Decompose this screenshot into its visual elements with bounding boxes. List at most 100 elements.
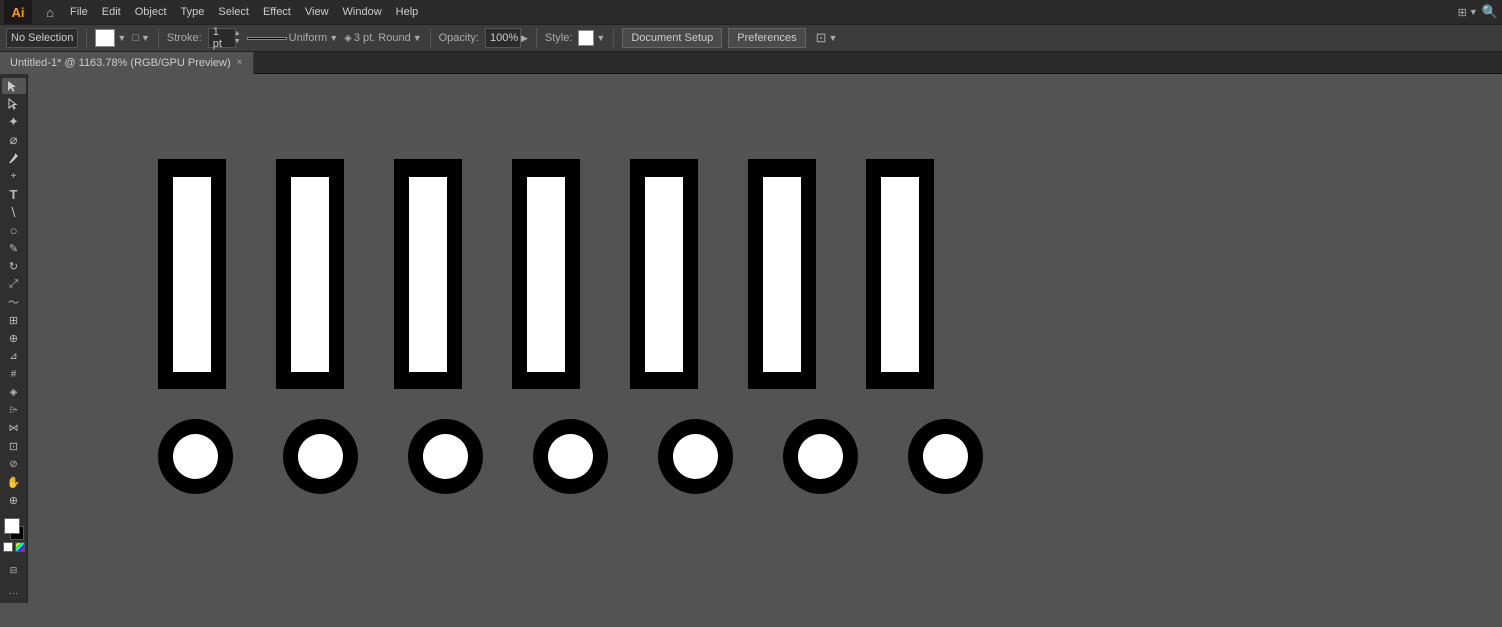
- circle-2[interactable]: [283, 419, 358, 494]
- stroke-cap-control[interactable]: ◈ 3 pt. Round ▼: [344, 32, 422, 44]
- style-label: Style:: [545, 32, 573, 44]
- pencil-tool[interactable]: ✎: [2, 240, 26, 256]
- stroke-type-value[interactable]: Uniform: [289, 32, 328, 44]
- document-setup-button[interactable]: Document Setup: [622, 28, 722, 48]
- direct-selection-tool[interactable]: [2, 96, 26, 112]
- stroke-line-preview: [247, 37, 287, 40]
- ai-logo: Ai: [4, 0, 32, 24]
- rectangle-inner-1: [173, 177, 211, 372]
- tab-close-button[interactable]: ×: [237, 57, 243, 68]
- menu-select[interactable]: Select: [212, 4, 255, 20]
- blend-tool[interactable]: ⋈: [2, 420, 26, 436]
- selection-tool[interactable]: [2, 78, 26, 94]
- menu-view[interactable]: View: [299, 4, 335, 20]
- circle-inner-2: [298, 434, 343, 479]
- magic-wand-tool[interactable]: ✦: [2, 114, 26, 130]
- circle-inner-4: [548, 434, 593, 479]
- ellipse-tool[interactable]: ○: [2, 222, 26, 238]
- zoom-tool[interactable]: ⊕: [2, 492, 26, 508]
- stroke-weight-stepper[interactable]: ▲ ▼: [234, 30, 241, 46]
- search-icon[interactable]: 🔍: [1482, 4, 1498, 20]
- fill-control[interactable]: ▼: [95, 29, 126, 47]
- menu-edit[interactable]: Edit: [96, 4, 127, 20]
- hand-tool[interactable]: ✋: [2, 474, 26, 490]
- arrange-arrow[interactable]: ▼: [828, 33, 837, 43]
- rectangle-inner-5: [645, 177, 683, 372]
- stroke-weight-down[interactable]: ▼: [234, 38, 241, 46]
- preferences-button[interactable]: Preferences: [728, 28, 805, 48]
- tab-bar: Untitled-1* @ 1163.78% (RGB/GPU Preview)…: [0, 52, 1502, 74]
- draw-normal-mode[interactable]: ⊟: [2, 558, 26, 582]
- canvas-area[interactable]: [28, 74, 1502, 603]
- line-tool[interactable]: \: [2, 204, 26, 220]
- home-icon[interactable]: ⌂: [38, 0, 62, 24]
- artboard-tool[interactable]: ⊡: [2, 438, 26, 454]
- rectangle-3[interactable]: [394, 159, 462, 389]
- free-transform-tool[interactable]: ⊞: [2, 312, 26, 328]
- fill-color-box[interactable]: [95, 29, 115, 47]
- circle-7[interactable]: [908, 419, 983, 494]
- menu-type[interactable]: Type: [175, 4, 211, 20]
- eyedropper-tool[interactable]: ⌲: [2, 402, 26, 418]
- pen-tool[interactable]: [2, 150, 26, 166]
- stroke-weight-control[interactable]: 1 pt ▲ ▼: [208, 28, 241, 48]
- fill-dropdown-arrow[interactable]: ▼: [117, 33, 126, 43]
- menu-window[interactable]: Window: [337, 4, 388, 20]
- opacity-value[interactable]: 100%: [485, 28, 521, 48]
- divider-3: [430, 28, 431, 48]
- none-color[interactable]: [3, 542, 13, 552]
- circle-1[interactable]: [158, 419, 233, 494]
- stroke-icon: □: [132, 32, 139, 44]
- rectangle-4[interactable]: [512, 159, 580, 389]
- workspace-icon[interactable]: ⊞ ▼: [1458, 6, 1478, 19]
- selection-indicator: No Selection: [6, 28, 78, 48]
- color-gradient[interactable]: [15, 542, 25, 552]
- stroke-dropdown-arrow[interactable]: ▼: [141, 33, 150, 43]
- rectangle-5[interactable]: [630, 159, 698, 389]
- menu-bar: Ai ⌂ File Edit Object Type Select Effect…: [0, 0, 1502, 24]
- rotate-tool[interactable]: ↻: [2, 258, 26, 274]
- shape-builder-tool[interactable]: ⊕: [2, 330, 26, 346]
- circle-6[interactable]: [783, 419, 858, 494]
- rectangle-1[interactable]: [158, 159, 226, 389]
- divider-4: [536, 28, 537, 48]
- rectangle-6[interactable]: [748, 159, 816, 389]
- stroke-weight-value[interactable]: 1 pt: [208, 28, 236, 48]
- divider-2: [158, 28, 159, 48]
- arrange-control[interactable]: ⊡ ▼: [816, 30, 838, 46]
- rectangle-2[interactable]: [276, 159, 344, 389]
- stroke-control[interactable]: □ ▼: [132, 32, 150, 44]
- circle-inner-1: [173, 434, 218, 479]
- lasso-tool[interactable]: ⌀: [2, 132, 26, 148]
- style-control[interactable]: ▼: [578, 30, 605, 46]
- menu-object[interactable]: Object: [129, 4, 173, 20]
- foreground-color[interactable]: [4, 518, 20, 534]
- warp-tool[interactable]: 〜: [2, 294, 26, 310]
- stroke-type-arrow[interactable]: ▼: [329, 33, 338, 43]
- menu-help[interactable]: Help: [390, 4, 425, 20]
- document-tab[interactable]: Untitled-1* @ 1163.78% (RGB/GPU Preview)…: [0, 52, 254, 74]
- menu-file[interactable]: File: [64, 4, 94, 20]
- gradient-tool[interactable]: ◈: [2, 384, 26, 400]
- stroke-weight-up[interactable]: ▲: [234, 30, 241, 38]
- add-anchor-tool[interactable]: +: [2, 168, 26, 184]
- rectangle-7[interactable]: [866, 159, 934, 389]
- opacity-label: Opacity:: [439, 32, 479, 44]
- rectangle-inner-4: [527, 177, 565, 372]
- slice-tool[interactable]: ⊘: [2, 456, 26, 472]
- more-tools-button[interactable]: ···: [9, 588, 19, 599]
- menu-effect[interactable]: Effect: [257, 4, 297, 20]
- circle-4[interactable]: [533, 419, 608, 494]
- perspective-tool[interactable]: ⊿: [2, 348, 26, 364]
- scale-tool[interactable]: ⤢: [2, 276, 26, 292]
- mesh-tool[interactable]: #: [2, 366, 26, 382]
- stroke-type-control[interactable]: Uniform ▼: [247, 32, 338, 44]
- stroke-cap-arrow[interactable]: ▼: [413, 33, 422, 43]
- circle-5[interactable]: [658, 419, 733, 494]
- opacity-control[interactable]: 100% ▶: [485, 28, 528, 48]
- stroke-cap-value[interactable]: 3 pt. Round: [354, 32, 411, 44]
- circle-3[interactable]: [408, 419, 483, 494]
- opacity-arrow[interactable]: ▶: [521, 33, 528, 44]
- type-tool[interactable]: T: [2, 186, 26, 202]
- style-arrow[interactable]: ▼: [596, 33, 605, 43]
